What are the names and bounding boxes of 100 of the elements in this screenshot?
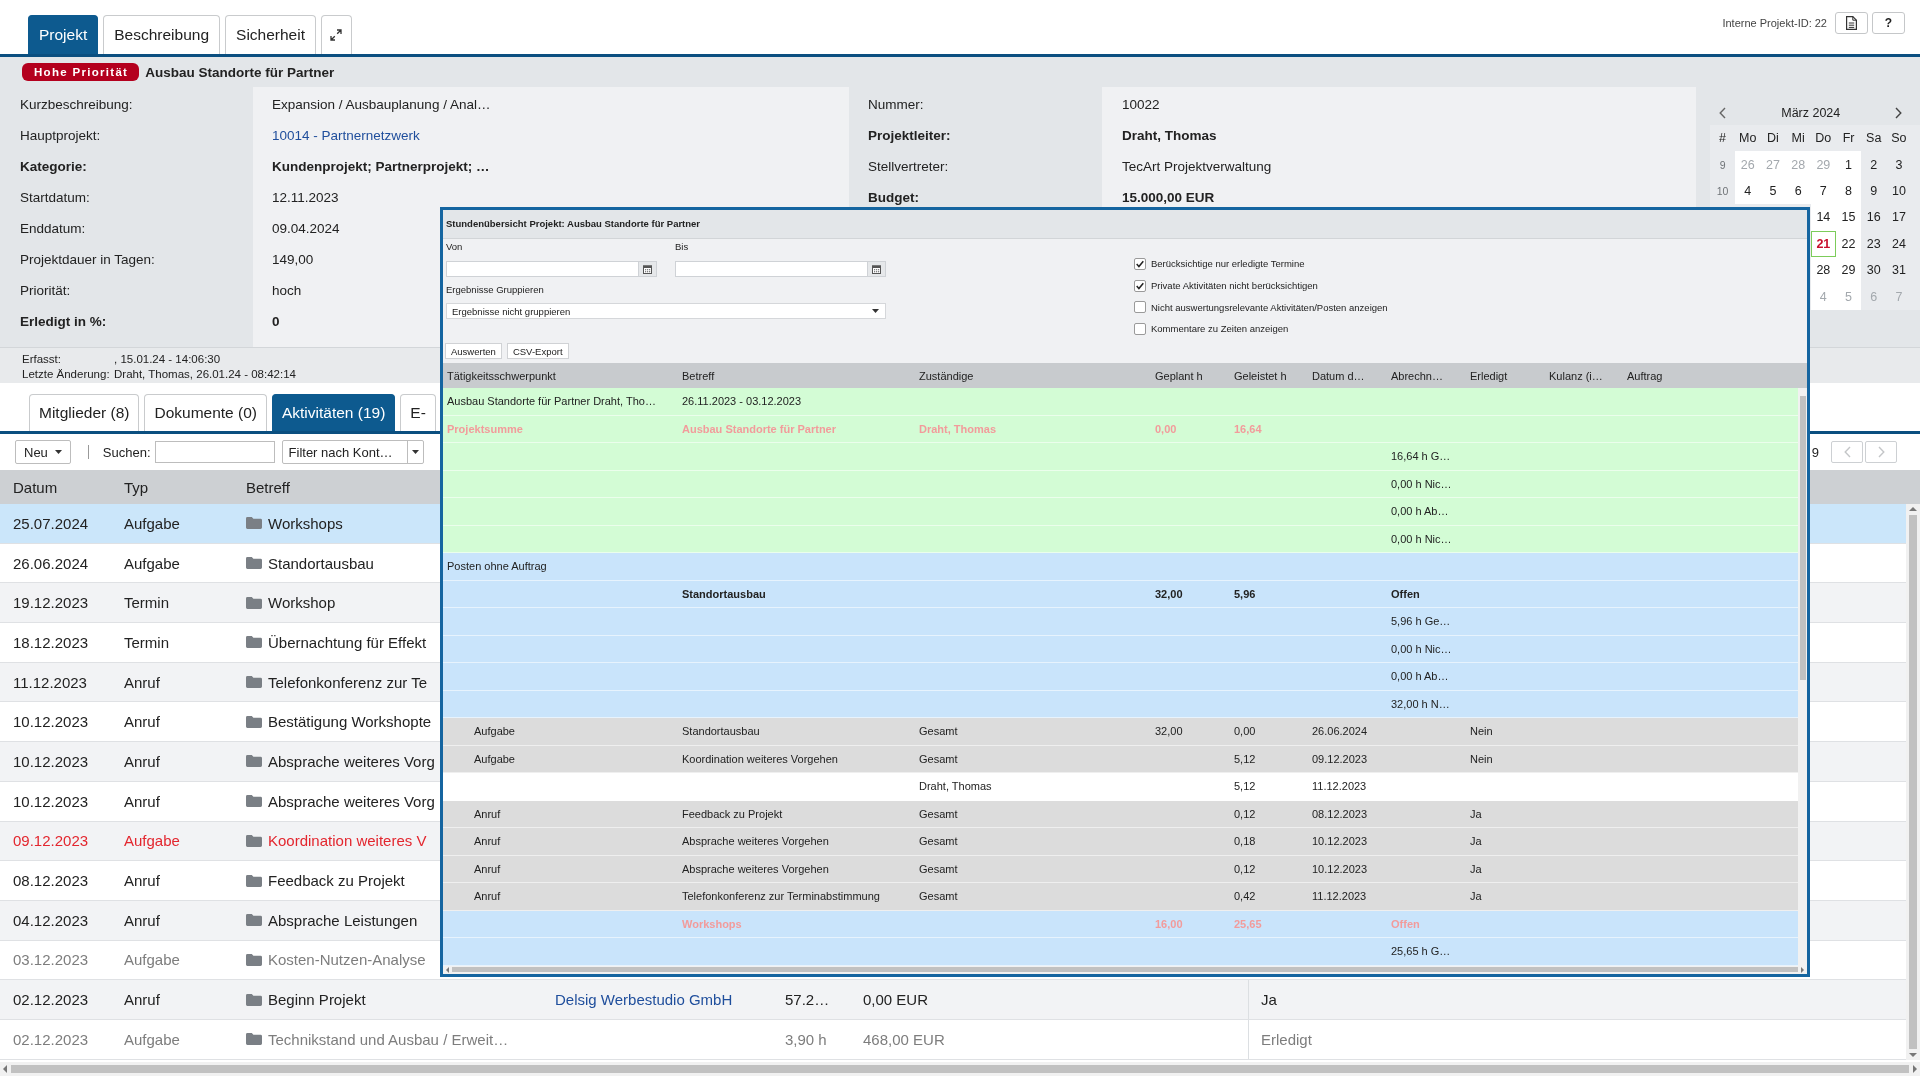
table-cell: Übernachtung für Effekt bbox=[268, 633, 427, 651]
export-button[interactable]: CSV-Export bbox=[506, 343, 569, 359]
table-row[interactable]: 0,00 h Nic… bbox=[443, 470, 1798, 498]
date-field[interactable] bbox=[675, 261, 867, 277]
search-field[interactable] bbox=[154, 441, 275, 463]
column-header: Tätigkeitsschwerpunkt bbox=[447, 369, 556, 382]
calendar-button[interactable] bbox=[867, 261, 886, 277]
table-row[interactable]: Ausbau Standorte für Partner Draht, Tho… 26.11.2023 - 03.12.2023 bbox=[443, 388, 1798, 416]
group-dropdown[interactable]: Ergebnisse nicht gruppieren bbox=[446, 303, 886, 319]
help-button[interactable]: ? bbox=[1872, 12, 1905, 34]
table-cell: Anruf bbox=[474, 835, 501, 848]
table-row[interactable]: Aufgabe Koordination weiteres Vorgehen Gesamt 5,12 09.12.2023 Nein bbox=[443, 745, 1798, 773]
table-cell: Draht, Thomas bbox=[919, 780, 992, 793]
column-header: Betreff bbox=[246, 478, 290, 496]
table-row[interactable]: Aufgabe Standortausbau Gesamt 32,00 0,00 26.06.2024 Nein bbox=[443, 718, 1798, 746]
table-row[interactable]: 0,00 h Ab… bbox=[443, 498, 1798, 526]
project-link[interactable]: 10014 - Partnernetzwerk bbox=[272, 128, 420, 143]
table-cell: Anruf bbox=[124, 792, 160, 810]
table-row[interactable]: Anruf Feedback zu Projekt Gesamt 0,12 08.12.2023 Ja bbox=[443, 800, 1798, 828]
table-row[interactable]: Posten ohne Auftrag bbox=[443, 553, 1798, 581]
calendar-day[interactable]: 3 bbox=[1886, 151, 1912, 178]
calendar-day[interactable]: 1 bbox=[1835, 151, 1862, 178]
tab[interactable]: Sicherheit bbox=[225, 15, 316, 54]
table-cell: 5,96 bbox=[1234, 587, 1256, 600]
table-row[interactable]: 16,64 h G… bbox=[443, 443, 1798, 471]
calendar-day[interactable]: 9 bbox=[1861, 177, 1887, 205]
checkbox[interactable] bbox=[1134, 322, 1146, 335]
chevron-right-icon[interactable] bbox=[1895, 107, 1903, 119]
contact-link[interactable]: Delsig Werbestudio GmbH bbox=[555, 991, 733, 1009]
tab[interactable]: Mitglieder (8) bbox=[29, 394, 140, 431]
calendar-day[interactable]: 5 bbox=[1760, 177, 1786, 205]
table-row[interactable]: Anruf Absprache weiteres Vorgehen Gesamt 0,18 10.12.2023 Ja bbox=[443, 828, 1798, 856]
checkbox-label: Private Aktivitäten nicht berücksichtigen bbox=[1151, 280, 1318, 292]
table-row[interactable]: Standortausbau 32,00 5,96 Offen bbox=[443, 580, 1798, 608]
tab[interactable]: Beschreibung bbox=[103, 15, 221, 54]
new-button[interactable]: Neu bbox=[15, 440, 71, 464]
table-row[interactable]: 0,00 h Nic… bbox=[443, 635, 1798, 663]
table-row[interactable]: 02.12.2023 Anruf Beginn Projekt Delsig Werbestudio GmbH 57.2… 0,00 EUR Ja bbox=[0, 980, 1906, 1020]
filter-dropdown[interactable]: Filter nach Kont… bbox=[281, 440, 424, 464]
calendar-day[interactable]: 31 bbox=[1886, 256, 1912, 284]
table-cell: 0,18 bbox=[1234, 835, 1256, 848]
table-cell: Offen bbox=[1391, 587, 1420, 600]
field-label: Kurzbeschreibung: bbox=[20, 97, 133, 112]
checkbox[interactable] bbox=[1134, 301, 1146, 314]
evaluate-button[interactable]: Auswerten bbox=[445, 343, 502, 359]
table-row[interactable]: Anruf Telefonkonferenz zur Terminabstimmung Gesamt 0,42 11.12.2023 Ja bbox=[443, 883, 1798, 911]
table-cell: Anruf bbox=[474, 890, 501, 903]
calendar-day[interactable]: 23 bbox=[1861, 230, 1887, 257]
project-title: Ausbau Standorte für Partner bbox=[145, 64, 335, 80]
table-cell: 11.12.2023 bbox=[1312, 780, 1367, 793]
calendar-day[interactable]: 10 bbox=[1886, 177, 1912, 205]
tab[interactable]: E- bbox=[400, 394, 436, 431]
calendar-day[interactable]: 17 bbox=[1886, 204, 1912, 231]
tab[interactable]: Dokumente (0) bbox=[144, 394, 267, 431]
table-row[interactable]: Anruf Absprache weiteres Vorgehen Gesamt 0,12 10.12.2023 Ja bbox=[443, 855, 1798, 883]
table-cell: Anruf bbox=[124, 673, 160, 691]
table-row[interactable]: 02.12.2023 Aufgabe Technikstand und Ausbau / Erweit… 3,90 h 468,00 EUR Erledigt bbox=[0, 1019, 1906, 1060]
date-field[interactable] bbox=[446, 261, 638, 277]
table-row[interactable]: 0,00 h Nic… bbox=[443, 525, 1798, 553]
calendar-day[interactable]: 14 bbox=[1810, 204, 1836, 231]
table-row[interactable]: 32,00 h N… bbox=[443, 690, 1798, 718]
horizontal-scrollbar[interactable] bbox=[443, 965, 1807, 974]
table-row[interactable]: Draht, Thomas 5,12 11.12.2023 bbox=[443, 773, 1798, 801]
calendar-day[interactable]: 24 bbox=[1886, 230, 1912, 257]
horizontal-scrollbar[interactable] bbox=[0, 1062, 1920, 1076]
table-cell: Workshops bbox=[268, 514, 343, 532]
chevron-left-icon[interactable] bbox=[1719, 107, 1727, 119]
table-cell: 0,00 EUR bbox=[863, 991, 929, 1009]
field-label: Startdatum: bbox=[20, 190, 90, 205]
table-cell: Nein bbox=[1470, 725, 1493, 738]
tab[interactable]: Projekt bbox=[28, 15, 99, 54]
table-cell: Aufgabe bbox=[124, 554, 180, 572]
table-cell: Absprache weiteres Vorgehen bbox=[682, 862, 829, 875]
column-header: Erledigt bbox=[1470, 369, 1508, 382]
calendar-day[interactable]: 21 bbox=[1810, 230, 1836, 257]
folder-icon bbox=[246, 676, 262, 689]
weekday-label: Fr bbox=[1842, 131, 1855, 146]
calendar-day[interactable]: 2 bbox=[1861, 151, 1887, 178]
table-row[interactable]: 0,00 h Ab… bbox=[443, 663, 1798, 691]
calendar-button[interactable] bbox=[638, 261, 657, 277]
expand-button[interactable] bbox=[321, 15, 352, 54]
vertical-scrollbar[interactable] bbox=[1906, 504, 1920, 1060]
tab[interactable]: Aktivitäten (19) bbox=[271, 394, 396, 431]
calendar-day[interactable]: 4 bbox=[1735, 177, 1761, 205]
table-cell: Ja bbox=[1261, 991, 1277, 1009]
table-row[interactable]: 5,96 h Ge… bbox=[443, 608, 1798, 636]
search-label: Suchen: bbox=[102, 444, 151, 460]
calendar-day[interactable]: 28 bbox=[1810, 256, 1836, 284]
calendar-day[interactable]: 30 bbox=[1861, 256, 1887, 284]
project-id-label: Interne Projekt-ID: 22 bbox=[1722, 17, 1827, 29]
checkbox[interactable] bbox=[1134, 257, 1146, 270]
folder-icon bbox=[246, 795, 262, 808]
column-header: Auftrag bbox=[1627, 369, 1663, 382]
table-cell: Anruf bbox=[124, 752, 160, 770]
checkbox[interactable] bbox=[1134, 279, 1146, 292]
table-cell: 0,00 bbox=[1234, 725, 1256, 738]
calendar-day[interactable]: 15 bbox=[1835, 204, 1862, 231]
document-button[interactable] bbox=[1835, 12, 1868, 34]
table-row[interactable]: 25,65 h G… bbox=[443, 938, 1798, 966]
calendar-day[interactable]: 16 bbox=[1861, 204, 1887, 231]
